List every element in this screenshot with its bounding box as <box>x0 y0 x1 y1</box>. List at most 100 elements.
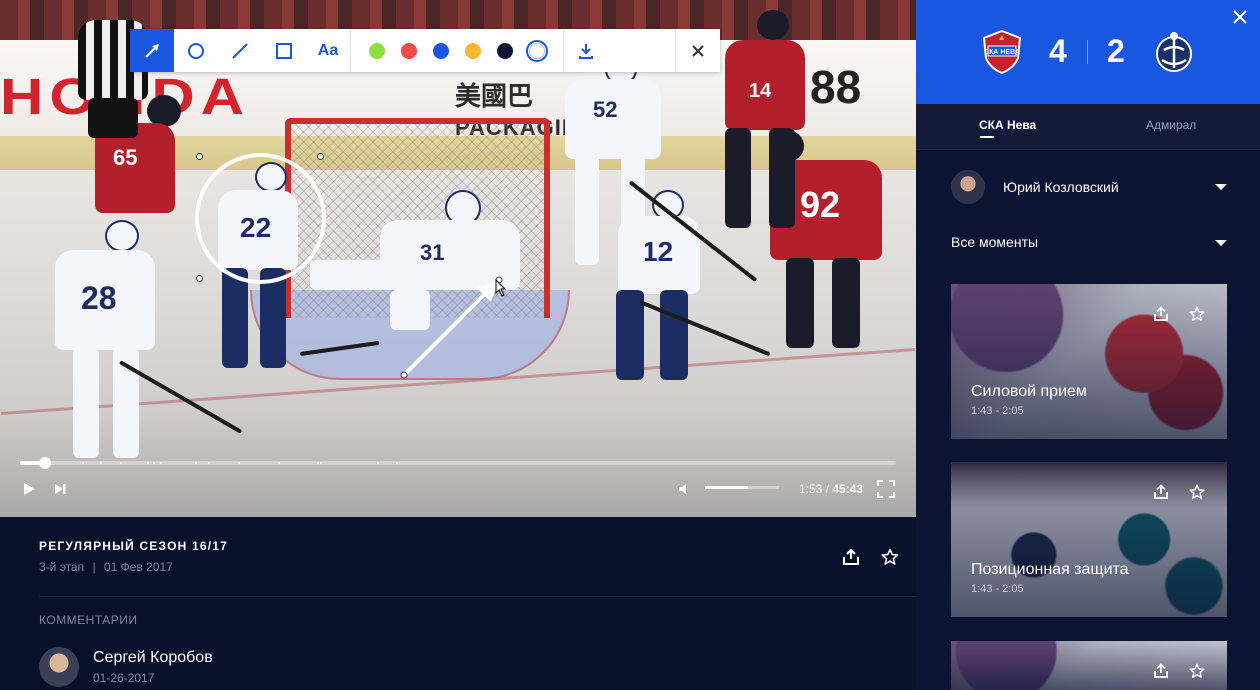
close-toolbar-button[interactable] <box>676 29 720 72</box>
favorite-button[interactable] <box>1187 304 1207 324</box>
resize-handle[interactable] <box>317 153 324 160</box>
subtitle-separator: | <box>92 560 96 574</box>
download-icon <box>579 43 593 59</box>
favorite-button[interactable] <box>1187 482 1207 502</box>
moment-marker[interactable] <box>147 462 149 464</box>
line-tool[interactable] <box>218 29 262 72</box>
color-green[interactable] <box>369 42 385 59</box>
play-button[interactable] <box>20 480 38 498</box>
resize-handle[interactable] <box>196 153 203 160</box>
volume-icon <box>679 484 686 494</box>
tab-active-indicator <box>980 136 994 138</box>
comment-date: 01-26-2017 <box>93 671 155 685</box>
arrow-icon <box>145 43 159 58</box>
annotation-arrow[interactable] <box>395 272 510 382</box>
svg-text:СКА НЕВА: СКА НЕВА <box>984 49 1020 56</box>
square-icon <box>276 42 292 59</box>
match-stage: 3-й этап <box>39 560 85 574</box>
moment-time: 1:43 - 2:05 <box>971 583 1024 595</box>
rink-ad-right: 88 <box>810 61 862 113</box>
color-white[interactable] <box>526 39 548 62</box>
share-icon <box>1154 306 1168 321</box>
color-navy[interactable] <box>497 42 513 59</box>
star-icon <box>1189 306 1205 321</box>
text-tool[interactable]: Aa <box>306 29 350 72</box>
home-score: 4 <box>1049 33 1067 69</box>
close-button[interactable] <box>1228 5 1252 29</box>
score-separator <box>1087 40 1088 64</box>
close-icon <box>1233 10 1247 24</box>
moment-marker[interactable] <box>82 462 84 464</box>
share-button[interactable] <box>1151 304 1171 324</box>
video-player[interactable]: HONDA 美國巴 PACKAGING 88 22 31 12 28 65 92 <box>0 0 916 517</box>
star-icon <box>881 548 899 565</box>
moment-marker[interactable] <box>238 462 240 464</box>
share-button[interactable] <box>1151 482 1171 502</box>
referee <box>70 0 160 150</box>
share-button[interactable] <box>839 545 863 569</box>
star-icon <box>1189 484 1205 499</box>
share-icon <box>1154 484 1168 499</box>
moment-marker[interactable] <box>153 462 155 464</box>
text-tool-label: Aa <box>317 41 339 59</box>
tab-ska-neva[interactable]: СКА Нева <box>979 118 1036 132</box>
avatar[interactable] <box>39 647 79 687</box>
moment-marker[interactable] <box>100 462 102 464</box>
download-button[interactable] <box>564 29 608 72</box>
moment-marker[interactable] <box>120 462 122 464</box>
fullscreen-button[interactable] <box>876 479 896 499</box>
moment-marker[interactable] <box>396 462 398 464</box>
next-button[interactable] <box>51 480 69 498</box>
moment-marker[interactable] <box>208 462 210 464</box>
rectangle-tool[interactable] <box>262 29 306 72</box>
moment-marker[interactable] <box>320 462 322 464</box>
moment-marker[interactable] <box>160 462 162 464</box>
color-yellow[interactable] <box>465 42 481 59</box>
match-info-panel: РЕГУЛЯРНЫЙ СЕЗОН 16/17 3-й этап | 01 Фев… <box>0 517 916 690</box>
tab-admiral[interactable]: Адмирал <box>1146 118 1196 132</box>
close-icon <box>692 44 704 57</box>
share-button[interactable] <box>1151 661 1171 681</box>
match-subtitle: 3-й этап | 01 Фев 2017 <box>39 560 173 574</box>
color-red[interactable] <box>401 42 417 59</box>
moment-marker[interactable] <box>317 462 319 464</box>
color-blue[interactable] <box>433 42 449 59</box>
share-icon <box>1154 663 1168 678</box>
moment-time: 1:43 - 2:05 <box>971 405 1024 417</box>
player-name: Юрий Козловский <box>1003 179 1119 195</box>
star-icon <box>1189 663 1205 678</box>
volume-button[interactable] <box>675 480 693 498</box>
moments-sidebar: СКА Нева Адмирал Юрий Козловский Все мом… <box>916 104 1260 690</box>
moment-marker[interactable] <box>195 462 197 464</box>
player-dropdown[interactable]: Юрий Козловский <box>951 170 1227 204</box>
arrow-tool[interactable] <box>130 29 174 72</box>
time-display: 1:53 / 45:43 <box>799 482 864 496</box>
avatar <box>951 170 985 204</box>
favorite-button[interactable] <box>1187 661 1207 681</box>
season-title: РЕГУЛЯРНЫЙ СЕЗОН 16/17 <box>39 539 229 553</box>
moment-marker[interactable] <box>278 462 280 464</box>
cursor-icon <box>495 279 507 297</box>
comment-author[interactable]: Сергей Коробов <box>93 649 213 667</box>
video-progress-bar[interactable] <box>20 457 896 469</box>
toolbar-divider <box>350 29 351 72</box>
moment-card[interactable] <box>951 641 1227 690</box>
drawing-toolbar: Aa <box>130 29 720 72</box>
match-date: 01 Фев 2017 <box>103 560 173 574</box>
ska-neva-logo: СКА НЕВА <box>982 29 1022 75</box>
moment-card[interactable]: Позиционная защита 1:43 - 2:05 <box>951 462 1227 617</box>
volume-slider[interactable] <box>705 486 779 489</box>
moments-filter-dropdown[interactable]: Все моменты <box>951 234 1227 254</box>
moment-card[interactable]: Силовой прием 1:43 - 2:05 <box>951 284 1227 439</box>
annotation-circle[interactable] <box>195 153 326 284</box>
resize-handle[interactable] <box>196 275 203 282</box>
circle-tool[interactable] <box>174 29 218 72</box>
share-icon <box>843 548 859 565</box>
chevron-down-icon <box>1215 184 1227 190</box>
moment-marker[interactable] <box>377 462 379 464</box>
comments-heading: КОММЕНТАРИИ <box>39 613 138 627</box>
divider <box>39 596 916 597</box>
favorite-button[interactable] <box>878 545 902 569</box>
skip-next-icon <box>55 484 66 494</box>
player-14: 14 <box>715 10 815 240</box>
